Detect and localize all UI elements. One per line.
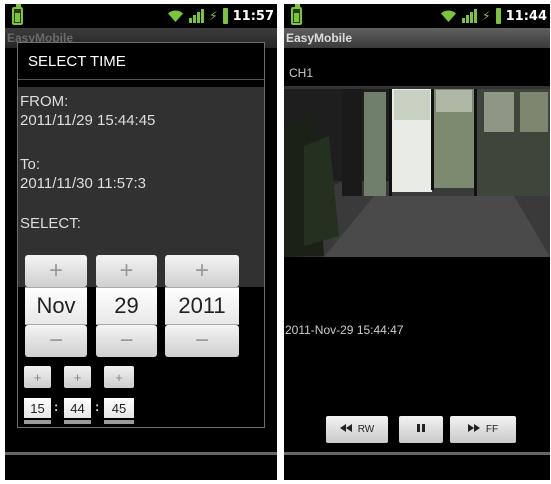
- divider: [18, 79, 264, 80]
- dialog-title: SELECT TIME: [28, 53, 126, 70]
- rewind-button[interactable]: RW: [326, 416, 388, 443]
- to-value: 2011/11/30 11:57:3: [20, 175, 146, 192]
- pause-icon: [416, 424, 426, 435]
- minute-increment-button[interactable]: +: [64, 366, 91, 388]
- day-picker: + 29 −: [96, 255, 157, 357]
- minute-decrement-button[interactable]: [64, 420, 91, 424]
- day-value[interactable]: 29: [96, 287, 157, 325]
- minute-picker: + 44: [64, 366, 91, 424]
- minute-value[interactable]: 44: [64, 398, 91, 418]
- select-time-dialog: SELECT TIME FROM: 2011/11/29 15:44:45 To…: [17, 42, 265, 428]
- month-picker: + Nov −: [25, 255, 87, 357]
- signal-icon: [462, 9, 478, 23]
- channel-label: CH1: [289, 66, 314, 80]
- status-bar: ⚡ 11:57: [5, 4, 277, 28]
- clock: 11:44: [505, 8, 547, 24]
- fast-forward-icon: [467, 424, 480, 435]
- fast-forward-button[interactable]: FF: [450, 416, 516, 443]
- hour-decrement-button[interactable]: [24, 420, 51, 424]
- wifi-icon: [168, 10, 184, 22]
- pause-button[interactable]: [399, 416, 443, 443]
- battery-app-icon: [291, 4, 302, 25]
- year-increment-button[interactable]: +: [165, 255, 239, 287]
- wifi-icon: [441, 10, 457, 22]
- year-picker: + 2011 −: [165, 255, 239, 357]
- hour-increment-button[interactable]: +: [24, 366, 51, 388]
- bottom-divider: [284, 452, 550, 455]
- month-decrement-button[interactable]: −: [25, 325, 87, 357]
- time-separator: :: [54, 399, 59, 414]
- fast-forward-label: FF: [485, 424, 499, 435]
- signal-icon: [189, 9, 205, 23]
- select-label: SELECT:: [20, 215, 81, 232]
- day-decrement-button[interactable]: −: [96, 325, 157, 357]
- day-increment-button[interactable]: +: [96, 255, 157, 287]
- month-value[interactable]: Nov: [25, 287, 87, 325]
- from-label: FROM:: [20, 93, 69, 110]
- second-decrement-button[interactable]: [104, 420, 134, 424]
- battery-icon: [222, 8, 228, 24]
- rewind-label: RW: [357, 424, 375, 435]
- charging-icon: ⚡: [482, 9, 491, 23]
- hour-picker: + 15: [24, 366, 51, 424]
- hour-value[interactable]: 15: [24, 398, 51, 418]
- second-value[interactable]: 45: [104, 398, 134, 418]
- playback-timestamp: 2011-Nov-29 15:44:47: [285, 323, 404, 337]
- status-bar: ⚡ 11:44: [284, 4, 550, 28]
- year-decrement-button[interactable]: −: [165, 325, 239, 357]
- year-value[interactable]: 2011: [165, 287, 239, 325]
- second-increment-button[interactable]: +: [104, 366, 134, 388]
- app-title: EasyMobile: [284, 28, 550, 48]
- right-screen: ⚡ 11:44 EasyMobile CH1 2011-Nov-29 15:44…: [284, 4, 550, 480]
- second-picker: + 45: [104, 366, 134, 424]
- month-increment-button[interactable]: +: [25, 255, 87, 287]
- battery-icon: [495, 8, 501, 24]
- time-separator: :: [95, 399, 100, 414]
- clock: 11:57: [232, 8, 274, 24]
- rewind-icon: [339, 424, 352, 435]
- from-value: 2011/11/29 15:44:45: [20, 112, 156, 129]
- to-label: To:: [20, 156, 41, 173]
- bottom-divider: [5, 452, 277, 455]
- charging-icon: ⚡: [209, 9, 218, 23]
- left-screen: ⚡ 11:57 EasyMobile SELECT TIME FROM: 201…: [5, 4, 277, 480]
- battery-app-icon: [12, 4, 23, 25]
- video-feed[interactable]: [284, 86, 550, 257]
- camera-frame-image: [284, 86, 550, 257]
